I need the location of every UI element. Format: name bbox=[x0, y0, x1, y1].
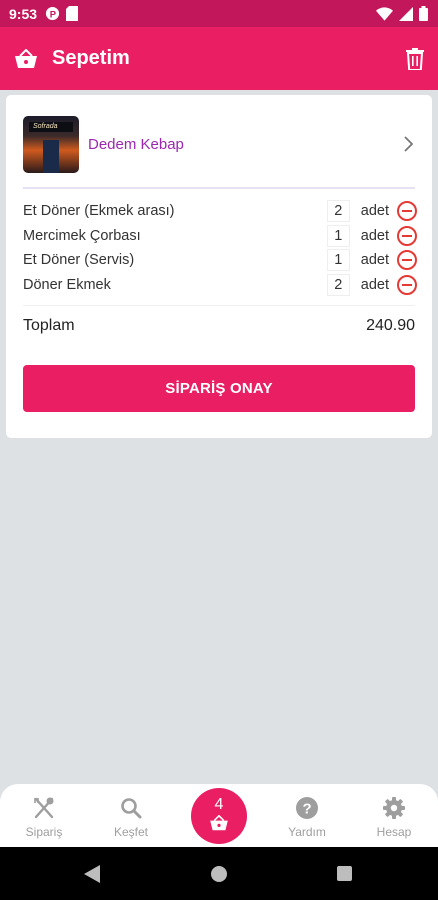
battery-icon bbox=[419, 6, 428, 21]
restaurant-row[interactable]: Sofrada Dedem Kebap bbox=[23, 115, 415, 173]
cart-item: Et Döner (Ekmek arası) 2 adet bbox=[23, 199, 417, 224]
status-bar: 9:53 P bbox=[0, 0, 438, 27]
item-name: Mercimek Çorbası bbox=[23, 227, 141, 244]
item-unit: adet bbox=[360, 203, 389, 220]
home-icon[interactable] bbox=[211, 866, 227, 882]
help-icon: ? bbox=[296, 797, 318, 819]
restaurant-thumbnail: Sofrada bbox=[23, 115, 79, 173]
item-unit: adet bbox=[360, 276, 389, 293]
back-icon[interactable] bbox=[84, 865, 100, 883]
signal-icon bbox=[399, 6, 413, 21]
total-row: Toplam 240.90 bbox=[23, 313, 415, 339]
wifi-icon bbox=[376, 6, 393, 21]
recents-icon[interactable] bbox=[337, 866, 352, 881]
page-title: Sepetim bbox=[52, 47, 130, 69]
fork-knife-icon bbox=[34, 797, 54, 819]
cart-item: Et Döner (Servis) 1 adet bbox=[23, 248, 417, 273]
remove-icon[interactable] bbox=[397, 250, 417, 271]
basket-icon bbox=[210, 815, 228, 831]
restaurant-name[interactable]: Dedem Kebap bbox=[88, 136, 184, 153]
cart-fab-button[interactable]: 4 bbox=[191, 788, 247, 844]
cart-item: Mercimek Çorbası 1 adet bbox=[23, 224, 417, 249]
item-name: Döner Ekmek bbox=[23, 276, 111, 293]
remove-icon[interactable] bbox=[397, 225, 417, 246]
divider bbox=[23, 187, 415, 189]
cart-card: Sofrada Dedem Kebap Et Döner (Ekmek aras… bbox=[6, 95, 432, 438]
item-unit: adet bbox=[360, 227, 389, 244]
nav-label: Sipariş bbox=[25, 825, 63, 839]
svg-text:?: ? bbox=[303, 801, 312, 818]
nav-label: Keşfet bbox=[113, 825, 149, 839]
item-quantity[interactable]: 2 bbox=[326, 200, 350, 223]
cart-count-badge: 4 bbox=[214, 796, 224, 813]
chevron-right-icon[interactable] bbox=[403, 136, 413, 152]
item-quantity[interactable]: 1 bbox=[326, 249, 350, 272]
item-unit: adet bbox=[360, 252, 389, 269]
item-name: Et Döner (Servis) bbox=[23, 252, 135, 269]
remove-icon[interactable] bbox=[397, 274, 417, 295]
total-amount: 240.90 bbox=[366, 317, 415, 334]
restaurant-door bbox=[43, 139, 59, 173]
system-nav-bar bbox=[0, 847, 438, 900]
nav-label: Yardım bbox=[288, 825, 326, 839]
restaurant-sign: Sofrada bbox=[29, 121, 73, 132]
notification-p-icon: P bbox=[45, 6, 60, 21]
nav-item-yardim[interactable]: ? Yardım bbox=[272, 796, 342, 839]
trash-icon[interactable] bbox=[406, 47, 424, 70]
item-quantity[interactable]: 2 bbox=[326, 273, 350, 296]
item-quantity[interactable]: 1 bbox=[326, 224, 350, 247]
confirm-order-button[interactable]: SİPARİŞ ONAY bbox=[23, 365, 415, 412]
search-icon bbox=[121, 798, 142, 819]
nav-item-siparis[interactable]: Sipariş bbox=[9, 796, 79, 839]
item-name: Et Döner (Ekmek arası) bbox=[23, 203, 175, 220]
svg-text:P: P bbox=[50, 9, 56, 19]
cart-items: Et Döner (Ekmek arası) 2 adet Mercimek Ç… bbox=[23, 199, 417, 297]
sd-card-icon bbox=[66, 6, 79, 21]
basket-icon bbox=[15, 48, 37, 68]
app-bar: Sepetim bbox=[0, 27, 438, 90]
nav-label: Hesap bbox=[376, 825, 412, 839]
cart-item: Döner Ekmek 2 adet bbox=[23, 273, 417, 298]
nav-item-hesap[interactable]: Hesap bbox=[359, 796, 429, 839]
gear-icon bbox=[383, 797, 405, 819]
total-label: Toplam bbox=[23, 317, 75, 334]
divider bbox=[23, 305, 415, 306]
remove-icon[interactable] bbox=[397, 201, 417, 222]
status-time: 9:53 bbox=[9, 5, 38, 22]
nav-item-kesfet[interactable]: Keşfet bbox=[96, 796, 166, 839]
